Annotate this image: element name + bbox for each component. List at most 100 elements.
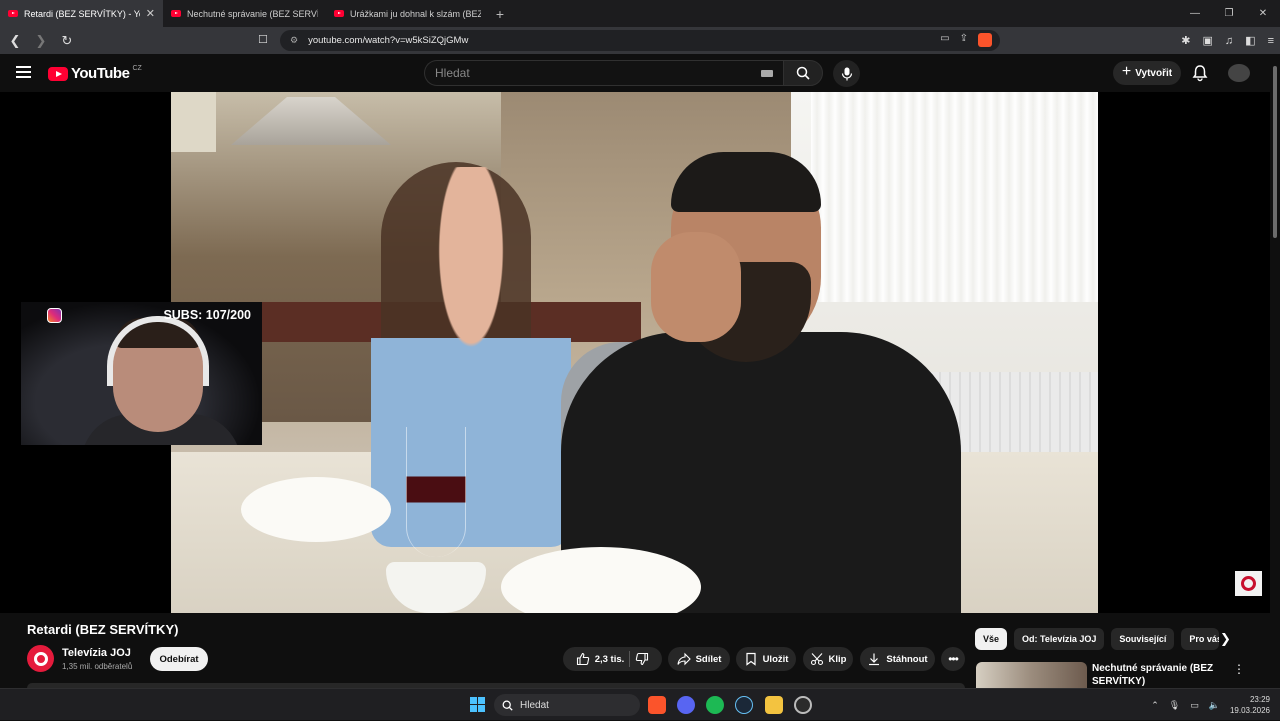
- save-label: Uložit: [762, 653, 789, 665]
- recommended-more-icon[interactable]: ⋮: [1233, 662, 1245, 676]
- new-tab-button[interactable]: +: [489, 0, 511, 27]
- joj-ring-icon: [1241, 576, 1256, 591]
- youtube-logo[interactable]: YouTube CZ: [48, 65, 142, 82]
- keyboard-icon[interactable]: [761, 70, 773, 77]
- menu-icon[interactable]: ≡: [1268, 35, 1274, 47]
- like-icon[interactable]: [576, 652, 590, 666]
- save-button[interactable]: Uložit: [736, 647, 796, 671]
- share-button[interactable]: Sdílet: [668, 647, 730, 671]
- wallet-icon[interactable]: ▣: [1203, 34, 1213, 47]
- sidebar-icon[interactable]: ◧: [1245, 34, 1255, 47]
- chevron-right-icon[interactable]: ❯: [1220, 631, 1231, 647]
- share-icon: [677, 652, 691, 666]
- woman-figure: [371, 167, 571, 547]
- clock-date: 19.03.2026: [1229, 706, 1270, 715]
- brave-browser-icon[interactable]: [648, 696, 666, 714]
- share-label: Sdílet: [695, 653, 722, 665]
- chip-all[interactable]: Vše: [975, 628, 1008, 650]
- bookmark-icon[interactable]: ☐: [258, 33, 268, 46]
- subscribe-button[interactable]: Odebírat: [150, 647, 208, 671]
- chip-for-you-label: Pro vás: [1189, 634, 1220, 644]
- taskbar: Hledat ⌃ 🎙 ▭ 🔈 23:29 19.03.2026: [0, 688, 1280, 720]
- more-actions-button[interactable]: •••: [941, 647, 965, 671]
- joj-logo-icon: [33, 651, 48, 666]
- video-player[interactable]: SUBS: 107/200: [0, 92, 1270, 613]
- video-frame[interactable]: [171, 92, 1098, 613]
- search-input[interactable]: Hledat: [424, 60, 783, 86]
- minimize-icon[interactable]: —: [1178, 0, 1212, 27]
- clock-time: 23:29: [1249, 695, 1270, 704]
- taskbar-search-label: Hledat: [520, 699, 549, 711]
- download-button[interactable]: Stáhnout: [860, 647, 935, 671]
- site-info-icon[interactable]: ⚙: [290, 35, 298, 46]
- create-label: Vytvořit: [1135, 67, 1173, 79]
- chip-from-channel[interactable]: Od: Televízia JOJ: [1014, 628, 1105, 650]
- youtube-play-icon: [48, 66, 68, 81]
- network-icon[interactable]: ▭: [1190, 700, 1199, 711]
- browser-tab-active[interactable]: Retardi (BEZ SERVÍTKY) - YouTube ✕: [0, 0, 163, 27]
- tray-chevron-icon[interactable]: ⌃: [1151, 700, 1159, 711]
- man-hair: [671, 152, 821, 212]
- volume-icon[interactable]: 🔈: [1209, 700, 1220, 711]
- spotify-icon[interactable]: [706, 696, 724, 714]
- hamburger-menu-icon[interactable]: [16, 66, 31, 78]
- forward-icon[interactable]: ❯: [30, 30, 52, 52]
- channel-avatar[interactable]: [27, 645, 54, 672]
- scissors-icon: [810, 653, 823, 666]
- app-icon[interactable]: [794, 696, 812, 714]
- notifications-bell-icon[interactable]: [1191, 64, 1209, 82]
- like-dislike-group: 2,3 tis.: [563, 647, 662, 671]
- extensions-icon[interactable]: ✱: [1181, 34, 1190, 47]
- close-tab-icon[interactable]: ✕: [146, 7, 155, 20]
- account-avatar[interactable]: [1228, 64, 1250, 82]
- file-explorer-icon[interactable]: [765, 696, 783, 714]
- page-scrollbar[interactable]: [1270, 54, 1280, 686]
- search-icon: [796, 66, 810, 80]
- browser-tab[interactable]: Nechutné správanie (BEZ SERVÍTKY): [163, 0, 326, 27]
- youtube-header: YouTube CZ Hledat + Vytvořit: [0, 54, 1270, 92]
- voice-search-button[interactable]: [833, 60, 860, 87]
- logo-text: YouTube: [71, 65, 130, 82]
- recommended-title[interactable]: Nechutné správanie (BEZ SERVÍTKY): [1092, 662, 1217, 688]
- search-button[interactable]: [783, 60, 823, 86]
- download-label: Stáhnout: [886, 653, 928, 665]
- plus-icon: +: [1121, 63, 1132, 80]
- dislike-icon[interactable]: [635, 652, 649, 666]
- clip-button[interactable]: Klip: [803, 647, 853, 671]
- subs-counter: SUBS: 107/200: [163, 308, 251, 322]
- back-icon[interactable]: ❮: [4, 30, 26, 52]
- clock[interactable]: 23:29 19.03.2026: [1230, 694, 1270, 716]
- url-text: youtube.com/watch?v=w5kSiZQjGMw: [308, 35, 469, 46]
- steam-icon[interactable]: [735, 696, 753, 714]
- tab-label: Retardi (BEZ SERVÍTKY) - YouTube: [24, 8, 140, 19]
- browser-tab[interactable]: Urážkami ju dohnal k slzám (BEZ SERVÍTKY…: [326, 0, 489, 27]
- taskbar-search[interactable]: Hledat: [494, 694, 640, 716]
- create-button[interactable]: + Vytvořit: [1113, 61, 1181, 85]
- maximize-icon[interactable]: ❐: [1212, 0, 1246, 27]
- discord-icon[interactable]: [677, 696, 695, 714]
- share-page-icon[interactable]: ⇪: [960, 33, 968, 47]
- brave-shield-icon[interactable]: [978, 33, 992, 47]
- scrollbar-thumb[interactable]: [1273, 66, 1277, 238]
- windows-start-icon[interactable]: [470, 697, 485, 712]
- recommended-thumbnail[interactable]: [976, 662, 1087, 688]
- clip-label: Klip: [828, 653, 847, 665]
- region-code: CZ: [132, 65, 142, 72]
- reload-icon[interactable]: ↻: [56, 30, 78, 52]
- channel-name[interactable]: Televízia JOJ: [62, 647, 131, 659]
- kitchen-cabinet: [171, 92, 216, 152]
- channel-subscribers: 1,35 mil. odběratelů: [62, 662, 133, 671]
- cast-icon[interactable]: ▭: [940, 33, 949, 47]
- bookmark-save-icon: [745, 652, 756, 666]
- tray-mic-icon[interactable]: 🎙: [1169, 700, 1180, 711]
- like-count[interactable]: 2,3 tis.: [595, 654, 625, 665]
- media-icon[interactable]: ♫: [1225, 35, 1233, 47]
- chip-for-you[interactable]: Pro vás: [1181, 628, 1220, 650]
- man-hand: [651, 232, 741, 342]
- browser-toolbar: ❮ ❯ ↻ ☐ ⚙ youtube.com/watch?v=w5kSiZQjGM…: [0, 27, 1280, 54]
- browser-tab-strip: Retardi (BEZ SERVÍTKY) - YouTube ✕ Nechu…: [0, 0, 1280, 27]
- address-bar[interactable]: ⚙ youtube.com/watch?v=w5kSiZQjGMw ▭ ⇪: [280, 30, 1000, 51]
- search-placeholder: Hledat: [435, 66, 470, 80]
- chip-related[interactable]: Související: [1111, 628, 1175, 650]
- close-window-icon[interactable]: ✕: [1246, 0, 1280, 27]
